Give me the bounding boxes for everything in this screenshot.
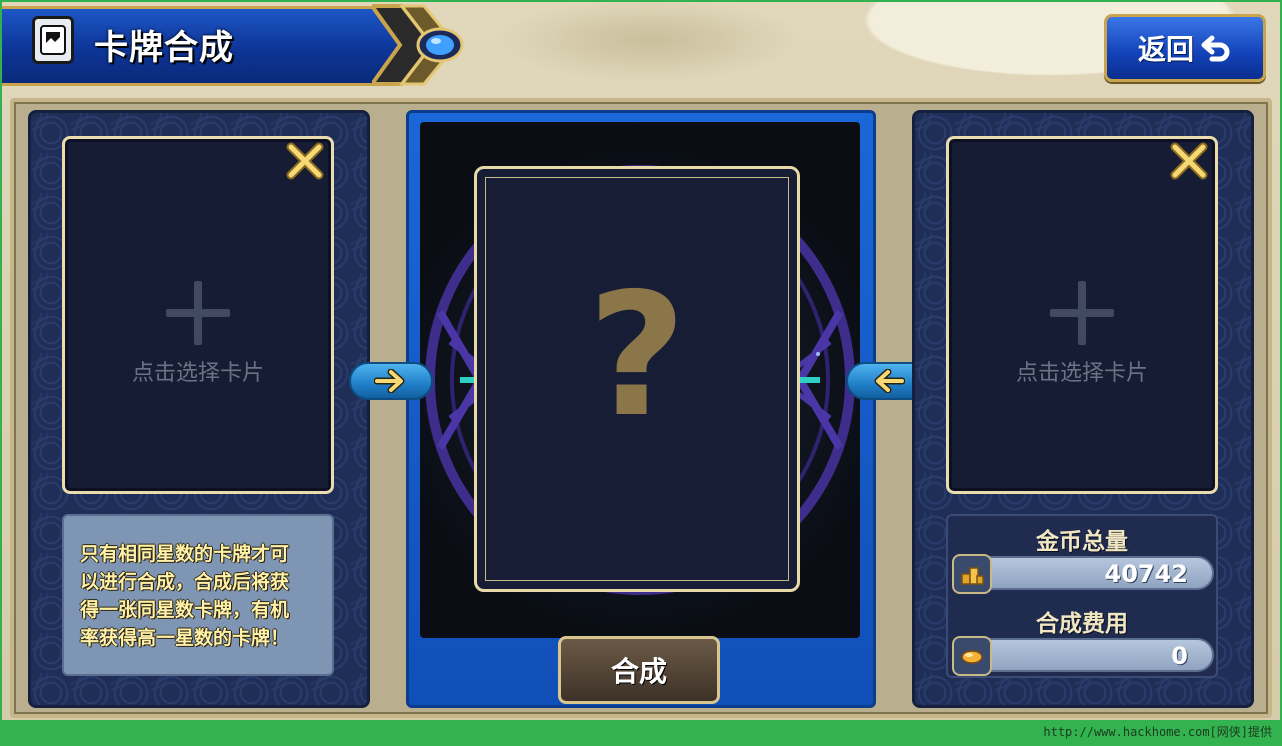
rule-info-line-1: 只有相同星数的卡牌才可 — [80, 543, 290, 565]
compose-cost-value: 0 — [1171, 642, 1188, 670]
right-slot-label: 点击选择卡片 — [1015, 361, 1148, 386]
page-title: 卡牌合成 — [94, 28, 234, 68]
left-card-slot[interactable]: 点击选择卡片 — [62, 136, 334, 494]
compose-button[interactable]: 合成 — [558, 636, 720, 704]
plus-icon — [1050, 281, 1114, 345]
result-card: ? — [474, 166, 800, 592]
banner-ornament — [372, 4, 464, 86]
rule-info-box: 只有相同星数的卡牌才可 以进行合成，合成后将获 得一张同星数卡牌，有机 率获得高… — [62, 514, 334, 676]
arrow-right-indicator — [349, 362, 433, 400]
rule-info-line-4: 率获得高一星数的卡牌！ — [80, 627, 290, 649]
arrow-right-icon — [374, 369, 405, 393]
return-arrow-icon — [1200, 34, 1232, 62]
unknown-result: ? — [587, 257, 687, 455]
watermark-text: http://www.hackhome.com[网侠]提供 — [1043, 725, 1272, 739]
plus-icon — [166, 281, 230, 345]
close-x-icon[interactable] — [1167, 139, 1211, 183]
gold-total-label: 金币总量 — [1036, 529, 1128, 555]
rule-info-line-3: 得一张同星数卡牌，有机 — [80, 599, 290, 621]
compose-button-label: 合成 — [610, 655, 667, 688]
rule-info-line-2: 以进行合成，合成后将获 — [80, 571, 290, 593]
back-button-label: 返回 — [1137, 33, 1194, 66]
close-x-icon[interactable] — [283, 139, 327, 183]
compose-cost-bar: 0 — [952, 636, 1214, 676]
back-button[interactable]: 返回 — [1104, 14, 1266, 82]
compose-cost-label: 合成费用 — [1036, 611, 1128, 637]
stats-box: 金币总量 40742 合成费用 0 — [946, 514, 1218, 678]
coin-icon — [952, 636, 992, 676]
arrow-left-icon — [874, 369, 905, 393]
card-icon — [32, 16, 74, 64]
gold-total-value: 40742 — [1104, 560, 1189, 588]
gold-coins-icon — [952, 554, 992, 594]
gold-total-bar: 40742 — [952, 554, 1214, 594]
right-card-slot[interactable]: 点击选择卡片 — [946, 136, 1218, 494]
left-slot-label: 点击选择卡片 — [131, 361, 264, 386]
